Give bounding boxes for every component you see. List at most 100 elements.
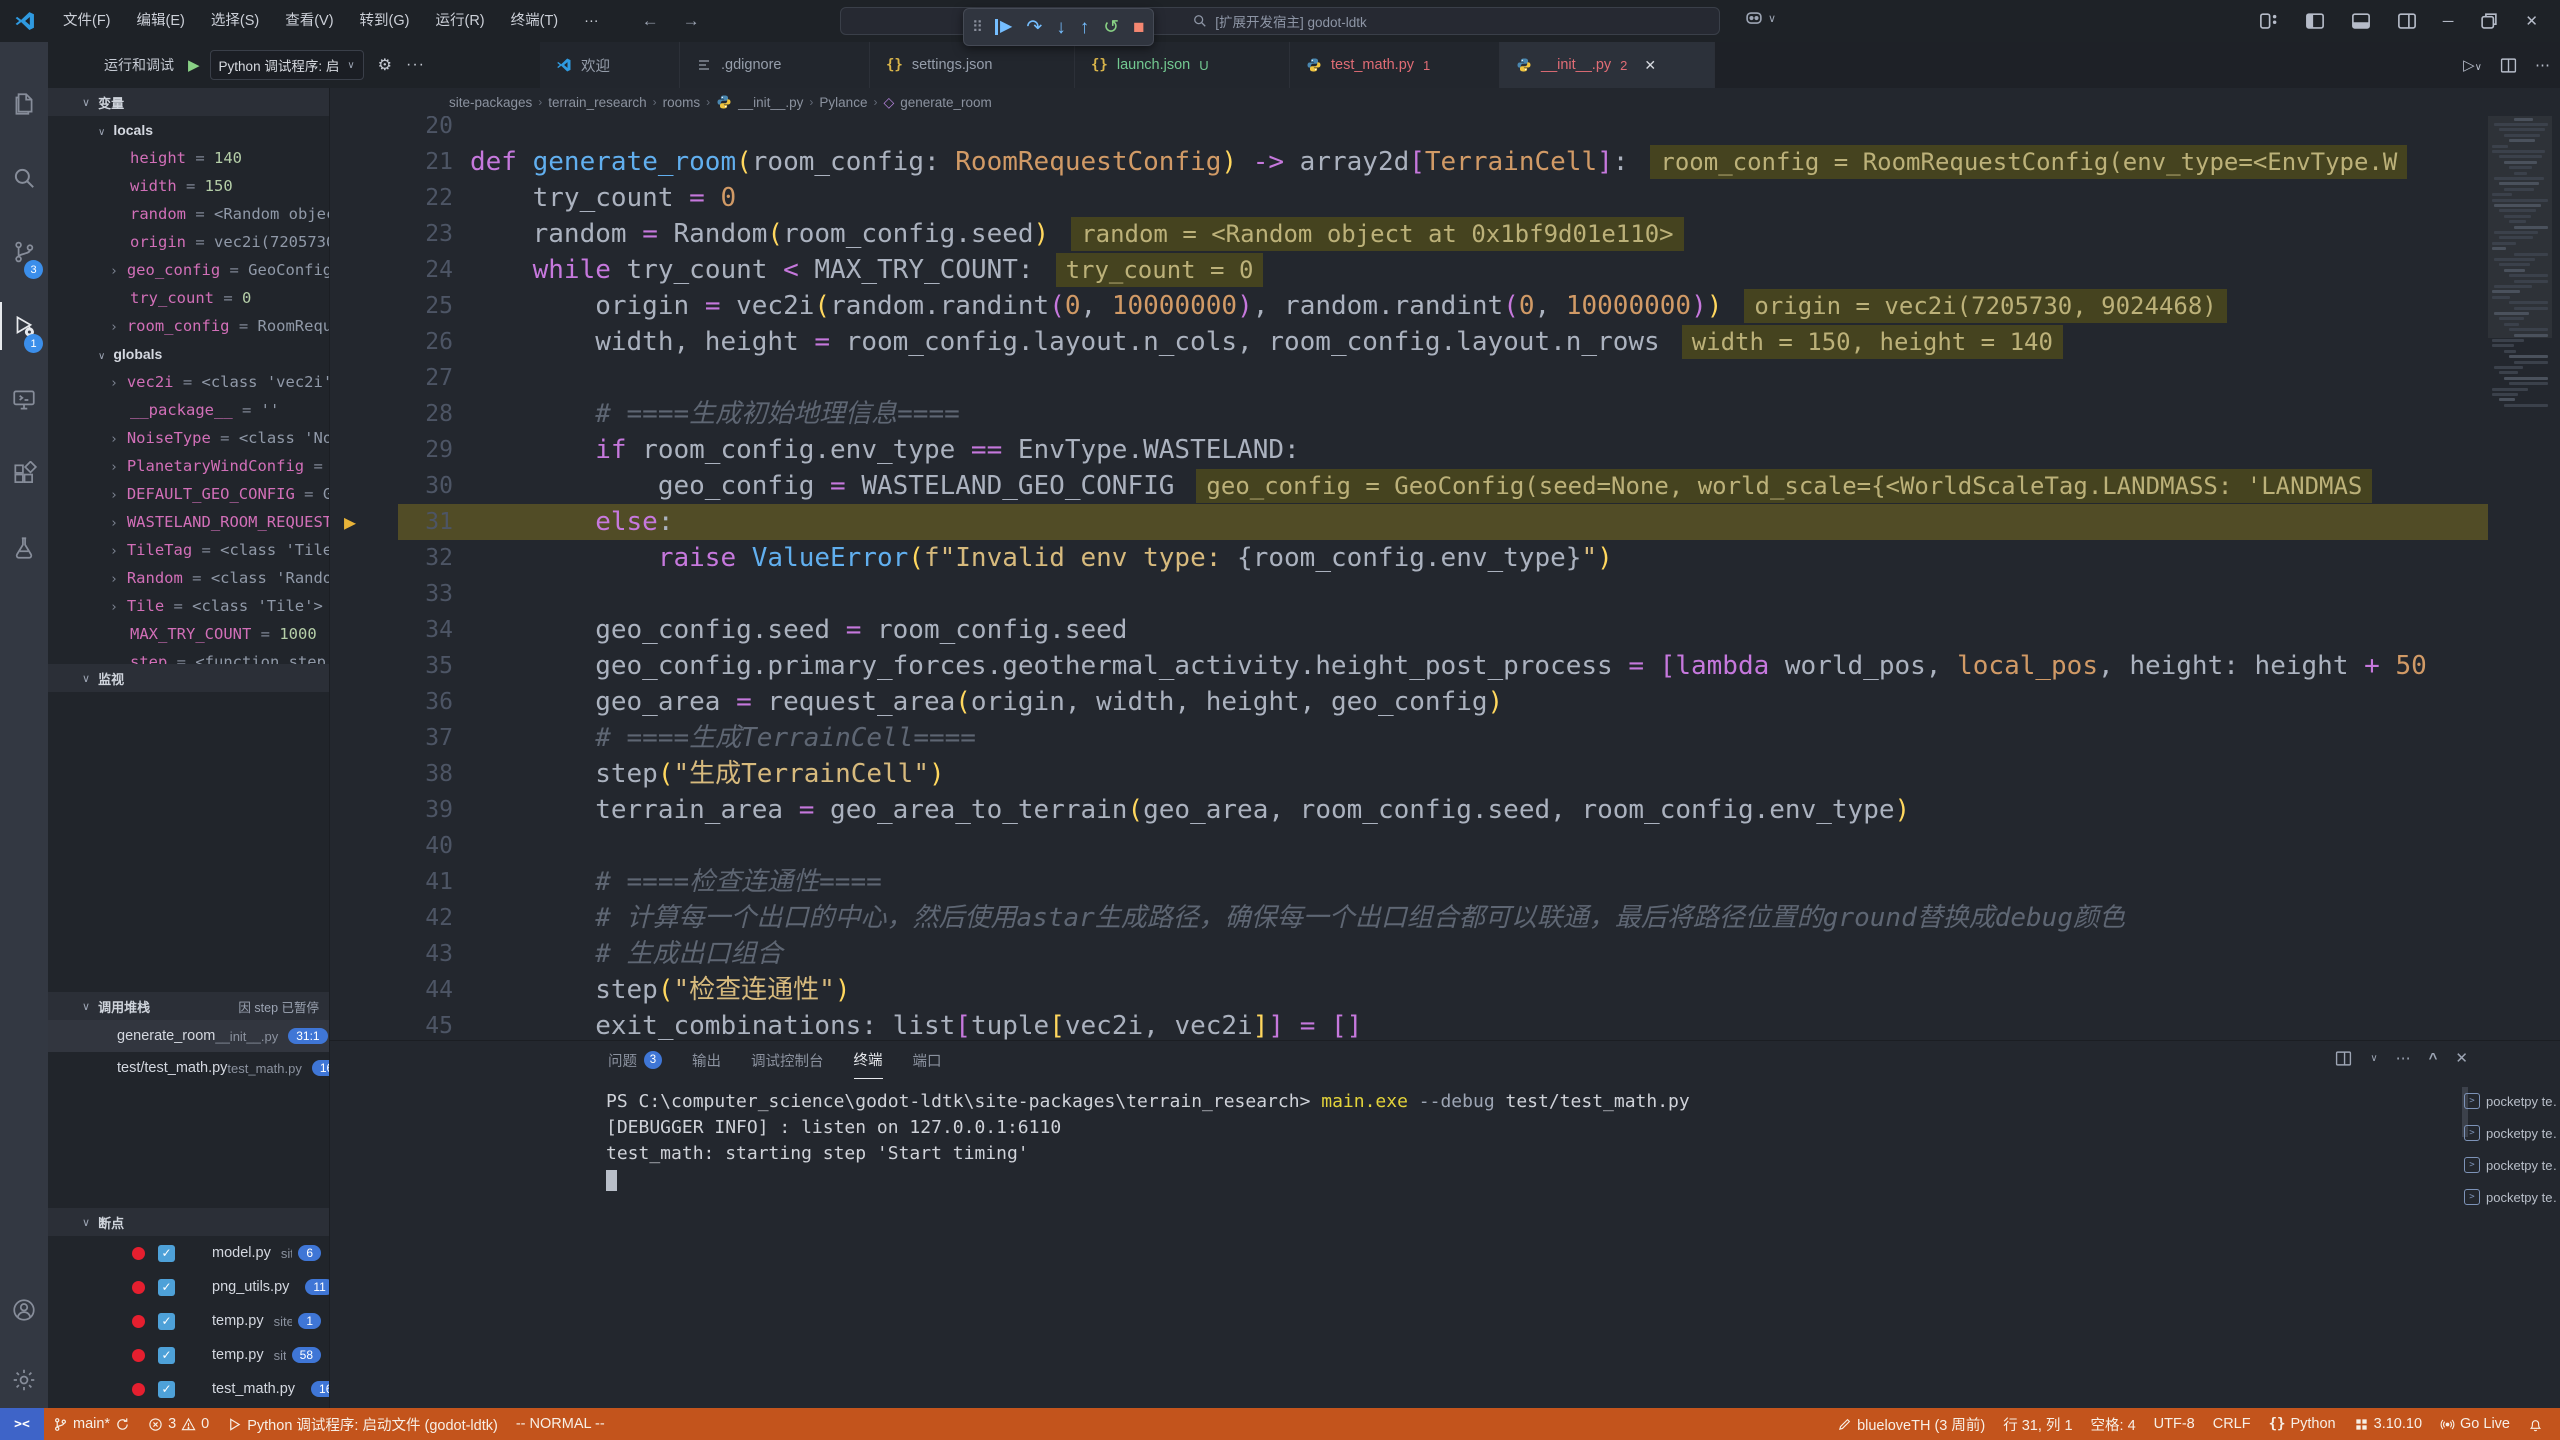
menu-item-E[interactable]: 编辑(E) [124, 0, 198, 42]
panel-tab-调试控制台[interactable]: 调试控制台 [751, 1041, 824, 1079]
code-editor[interactable]: site-packages›terrain_research›rooms›__i… [330, 88, 2560, 1040]
variable-row[interactable]: ›vec2i = <class 'vec2i'> [48, 368, 329, 396]
variables-scope[interactable]: ∨locals [48, 116, 329, 144]
variable-row[interactable]: ›Random = <class 'Random'> [48, 564, 329, 592]
search-view-icon[interactable] [0, 154, 48, 202]
breakpoint-row[interactable]: ✓test_math.pysite-packages\terrain_res…1… [48, 1372, 329, 1406]
variables-scope[interactable]: ∨globals [48, 340, 329, 368]
breadcrumb-item[interactable]: rooms [663, 95, 701, 110]
breakpoint-checkbox[interactable]: ✓ [158, 1313, 175, 1330]
terminal-session-item[interactable]: >pocketpy te… [2464, 1181, 2556, 1213]
statusbar-last-commit[interactable]: blueloveTH (3 周前) [1828, 1408, 1994, 1440]
tab-.gdignore[interactable]: .gdignore [680, 42, 870, 88]
toggle-sidebar-icon[interactable] [2305, 11, 2325, 31]
statusbar-encoding[interactable]: UTF-8 [2145, 1408, 2204, 1440]
debug-settings-gear-icon[interactable]: ⚙ [378, 55, 392, 75]
variable-row[interactable]: try_count = 0 [48, 284, 329, 312]
breakpoint-row[interactable]: ✓model.pysite-packages\wfc6 [48, 1236, 329, 1270]
explorer-icon[interactable] [0, 80, 48, 128]
code-line[interactable]: 36 geo_area = request_area(origin, width… [330, 684, 2488, 720]
restart-button[interactable]: ↺ [1103, 18, 1119, 37]
variable-row[interactable]: width = 150 [48, 172, 329, 200]
variable-row[interactable]: random = <Random object at 0x1bf9d01e… [48, 200, 329, 228]
nav-back-icon[interactable]: ← [642, 11, 659, 31]
breadcrumb-item[interactable]: Pylance [819, 95, 867, 110]
breadcrumb-item[interactable]: generate_room [900, 95, 992, 110]
toggle-secondary-sidebar-icon[interactable] [2397, 11, 2417, 31]
start-debug-icon[interactable]: ▶ [188, 56, 200, 74]
code-line[interactable]: 22 try_count = 0 [330, 180, 2488, 216]
code-line[interactable]: 21def generate_room(room_config: RoomReq… [330, 144, 2488, 180]
breakpoint-checkbox[interactable]: ✓ [158, 1347, 175, 1364]
menu-item-R[interactable]: 运行(R) [422, 0, 497, 42]
variable-row[interactable]: ›WASTELAND_ROOM_REQUEST_CONFIG = RoomR… [48, 508, 329, 536]
stack-frame[interactable]: generate_room__init__.py31:1 [48, 1020, 329, 1052]
code-line[interactable]: 30 geo_config = WASTELAND_GEO_CONFIGgeo_… [330, 468, 2488, 504]
variable-row[interactable]: height = 140 [48, 144, 329, 172]
remote-explorer-icon[interactable] [0, 376, 48, 424]
code-line[interactable]: 24 while try_count < MAX_TRY_COUNT:try_c… [330, 252, 2488, 288]
code-line[interactable]: 20 [330, 116, 2488, 144]
split-editor-icon[interactable] [2500, 57, 2517, 74]
step-over-button[interactable]: ↷ [1026, 18, 1042, 37]
variable-row[interactable]: ›TileTag = <class 'TileTag'> [48, 536, 329, 564]
breakpoint-row[interactable]: ✓temp.pysite-packages58 [48, 1338, 329, 1372]
code-line[interactable]: 44 step("检查连通性") [330, 972, 2488, 1008]
terminal-session-item[interactable]: >pocketpy te… [2464, 1085, 2556, 1117]
code-line[interactable]: 28 # ====生成初始地理信息==== [330, 396, 2488, 432]
drag-handle-icon[interactable]: ⠿ [972, 20, 981, 35]
terminal-layout-icon[interactable] [2335, 1050, 2352, 1067]
variables-section-header[interactable]: ∨ 变量 [48, 88, 329, 116]
step-out-button[interactable]: ↑ [1080, 18, 1090, 37]
statusbar-vim-mode[interactable]: -- NORMAL -- [507, 1408, 614, 1440]
close-panel-icon[interactable]: ✕ [2455, 1049, 2468, 1067]
testing-icon[interactable] [0, 524, 48, 572]
callstack-section-header[interactable]: ∨ 调用堆栈 因 step 已暂停 [48, 992, 329, 1020]
panel-more-actions-icon[interactable]: ⋯ [2396, 1049, 2411, 1067]
restore-button[interactable] [2479, 11, 2499, 31]
statusbar-language-mode[interactable]: {}Python [2260, 1408, 2345, 1440]
menu-item-S[interactable]: 选择(S) [198, 0, 272, 42]
step-into-button[interactable]: ↓ [1056, 18, 1066, 37]
breakpoint-row[interactable]: ✓png_utils.pysite-packages\wfc11 [48, 1270, 329, 1304]
code-line[interactable]: 40 [330, 828, 2488, 864]
code-line[interactable]: 33 [330, 576, 2488, 612]
tab-launch.json[interactable]: {}launch.jsonU [1075, 42, 1290, 88]
breakpoint-checkbox[interactable]: ✓ [158, 1279, 175, 1296]
statusbar-debug-session[interactable]: Python 调试程序: 启动文件 (godot-ldtk) [218, 1408, 507, 1440]
breakpoint-checkbox[interactable]: ✓ [158, 1245, 175, 1262]
statusbar-eol[interactable]: CRLF [2204, 1408, 2260, 1440]
breakpoint-checkbox[interactable]: ✓ [158, 1381, 175, 1398]
continue-button[interactable]: ▶ [995, 19, 1012, 35]
menu-item-F[interactable]: 文件(F) [50, 0, 124, 42]
variable-row[interactable]: ›geo_config = GeoConfig(seed=None, wor… [48, 256, 329, 284]
panel-tab-输出[interactable]: 输出 [692, 1041, 721, 1079]
menu-item-[interactable]: ··· [571, 0, 612, 42]
statusbar-python-version[interactable]: 3.10.10 [2345, 1408, 2431, 1440]
minimize-button[interactable]: ─ [2443, 13, 2454, 30]
terminal-session-item[interactable]: >pocketpy te… [2464, 1117, 2556, 1149]
extensions-icon[interactable] [0, 450, 48, 498]
copilot-button[interactable]: ∨ [1744, 8, 1776, 28]
variable-row[interactable]: ›NoiseType = <class 'NoiseType'> [48, 424, 329, 452]
tab-settings.json[interactable]: {}settings.json [870, 42, 1075, 88]
breadcrumb-item[interactable]: __init__.py [738, 95, 803, 110]
stack-frame[interactable]: test/test_math.pytest_math.py16:1 [48, 1052, 329, 1084]
variable-row[interactable]: step = <function step at 0x1bf8d716d [48, 648, 329, 664]
panel-tab-端口[interactable]: 端口 [913, 1041, 942, 1079]
close-window-button[interactable]: ✕ [2525, 12, 2538, 30]
code-line[interactable]: 39 terrain_area = geo_area_to_terrain(ge… [330, 792, 2488, 828]
chevron-down-icon[interactable]: ∨ [2370, 1053, 2377, 1064]
nav-forward-icon[interactable]: → [683, 11, 700, 31]
remote-indicator[interactable]: >< [0, 1408, 44, 1440]
settings-gear-icon[interactable] [0, 1356, 48, 1404]
menu-item-G[interactable]: 转到(G) [347, 0, 423, 42]
variable-row[interactable]: ›DEFAULT_GEO_CONFIG = GeoConfig(seed=1… [48, 480, 329, 508]
code-line[interactable]: 42 # 计算每一个出口的中心，然后使用astar生成路径，确保每一个出口组合都… [330, 900, 2488, 936]
maximize-panel-icon[interactable]: ^ [2429, 1050, 2438, 1067]
code-line[interactable]: 34 geo_config.seed = room_config.seed [330, 612, 2488, 648]
minimap[interactable] [2488, 88, 2560, 1040]
variable-row[interactable]: __package__ = '' [48, 396, 329, 424]
editor-more-actions-icon[interactable]: ⋯ [2535, 56, 2550, 74]
variable-row[interactable]: ›room_config = RoomRequestConfig(env_t… [48, 312, 329, 340]
